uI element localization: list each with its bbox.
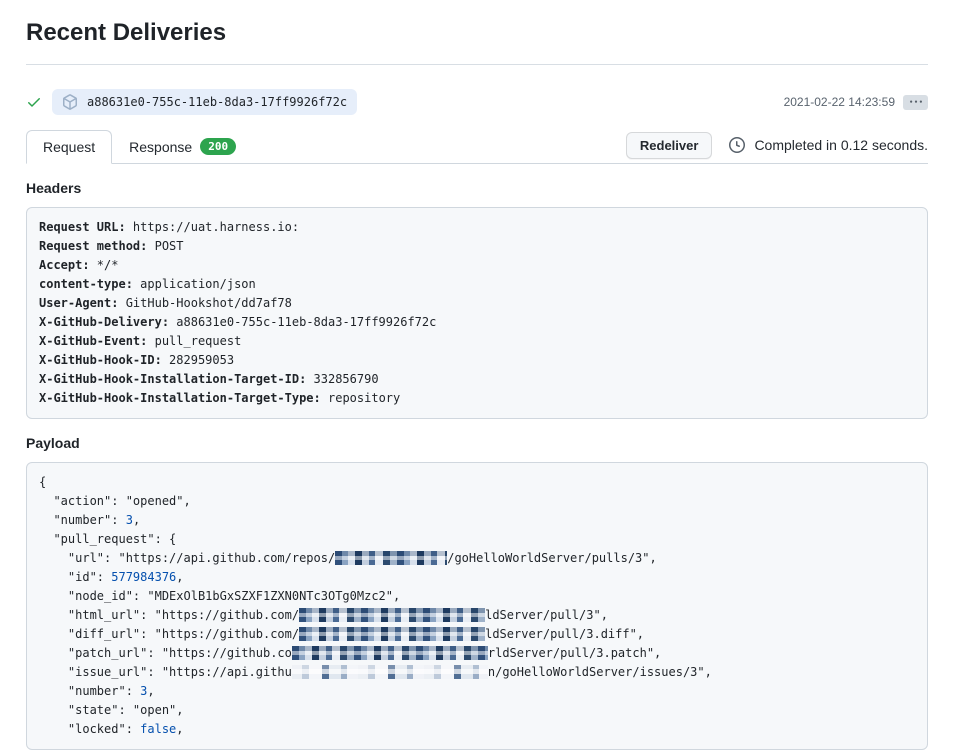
check-icon xyxy=(26,94,42,110)
header-line: Request method: POST xyxy=(39,237,915,256)
headers-title: Headers xyxy=(26,180,928,196)
tab-request-label: Request xyxy=(43,139,95,155)
header-line: X-GitHub-Hook-ID: 282959053 xyxy=(39,351,915,370)
tab-request[interactable]: Request xyxy=(26,130,112,164)
payload-line: { xyxy=(39,473,915,492)
delivery-id-pill[interactable]: a88631e0-755c-11eb-8da3-17ff9926f72c xyxy=(52,89,357,115)
package-icon xyxy=(62,94,78,110)
payload-line: "patch_url": "https://github.corldServer… xyxy=(39,644,915,663)
header-line: Accept: */* xyxy=(39,256,915,275)
header-line: User-Agent: GitHub-Hookshot/dd7af78 xyxy=(39,294,915,313)
clock-icon xyxy=(729,137,745,153)
header-line: X-GitHub-Delivery: a88631e0-755c-11eb-8d… xyxy=(39,313,915,332)
payload-code: { "action": "opened", "number": 3, "pull… xyxy=(26,462,928,750)
tabnav-right: Redeliver Completed in 0.12 seconds. xyxy=(626,132,928,161)
payload-line: "number": 3, xyxy=(39,511,915,530)
redacted-text xyxy=(335,551,447,565)
redacted-text xyxy=(299,627,485,641)
header-line: content-type: application/json xyxy=(39,275,915,294)
tab-response[interactable]: Response 200 xyxy=(112,129,253,163)
delivery-id: a88631e0-755c-11eb-8da3-17ff9926f72c xyxy=(87,95,347,109)
tab-response-label: Response xyxy=(129,139,192,155)
payload-line: "state": "open", xyxy=(39,701,915,720)
header-line: X-GitHub-Event: pull_request xyxy=(39,332,915,351)
request-response-tabnav: Request Response 200 Redeliver Completed… xyxy=(26,129,928,164)
delivery-row: a88631e0-755c-11eb-8da3-17ff9926f72c 202… xyxy=(26,89,928,115)
header-line: Request URL: https://uat.harness.io: xyxy=(39,218,915,237)
redacted-text xyxy=(292,665,488,679)
payload-line: "id": 577984376, xyxy=(39,568,915,587)
payload-line: "pull_request": { xyxy=(39,530,915,549)
completed-duration-text: Completed in 0.12 seconds. xyxy=(754,137,928,153)
redacted-text xyxy=(299,608,485,622)
payload-line: "number": 3, xyxy=(39,682,915,701)
header-line: X-GitHub-Hook-Installation-Target-ID: 33… xyxy=(39,370,915,389)
payload-line: "action": "opened", xyxy=(39,492,915,511)
delivery-timestamp: 2021-02-22 14:23:59 xyxy=(784,95,895,109)
page-title: Recent Deliveries xyxy=(26,18,928,48)
payload-line: "node_id": "MDExOlB1bGxSZXF1ZXN0NTc3OTg0… xyxy=(39,587,915,606)
payload-line: "locked": false, xyxy=(39,720,915,739)
headers-code: Request URL: https://uat.harness.io:Requ… xyxy=(26,207,928,419)
payload-line: "diff_url": "https://github.com/ldServer… xyxy=(39,625,915,644)
response-status-badge: 200 xyxy=(200,138,236,155)
recent-deliveries-page: Recent Deliveries a88631e0-755c-11eb-8da… xyxy=(0,0,954,750)
payload-title: Payload xyxy=(26,435,928,451)
payload-line: "issue_url": "https://api.githun/goHello… xyxy=(39,663,915,682)
kebab-horizontal-icon xyxy=(910,96,922,108)
payload-line: "html_url": "https://github.com/ldServer… xyxy=(39,606,915,625)
divider xyxy=(26,64,928,65)
payload-line: "url": "https://api.github.com/repos//go… xyxy=(39,549,915,568)
more-options-button[interactable] xyxy=(903,95,928,110)
header-line: X-GitHub-Hook-Installation-Target-Type: … xyxy=(39,389,915,408)
redeliver-button[interactable]: Redeliver xyxy=(626,132,713,159)
redacted-text xyxy=(292,646,488,660)
